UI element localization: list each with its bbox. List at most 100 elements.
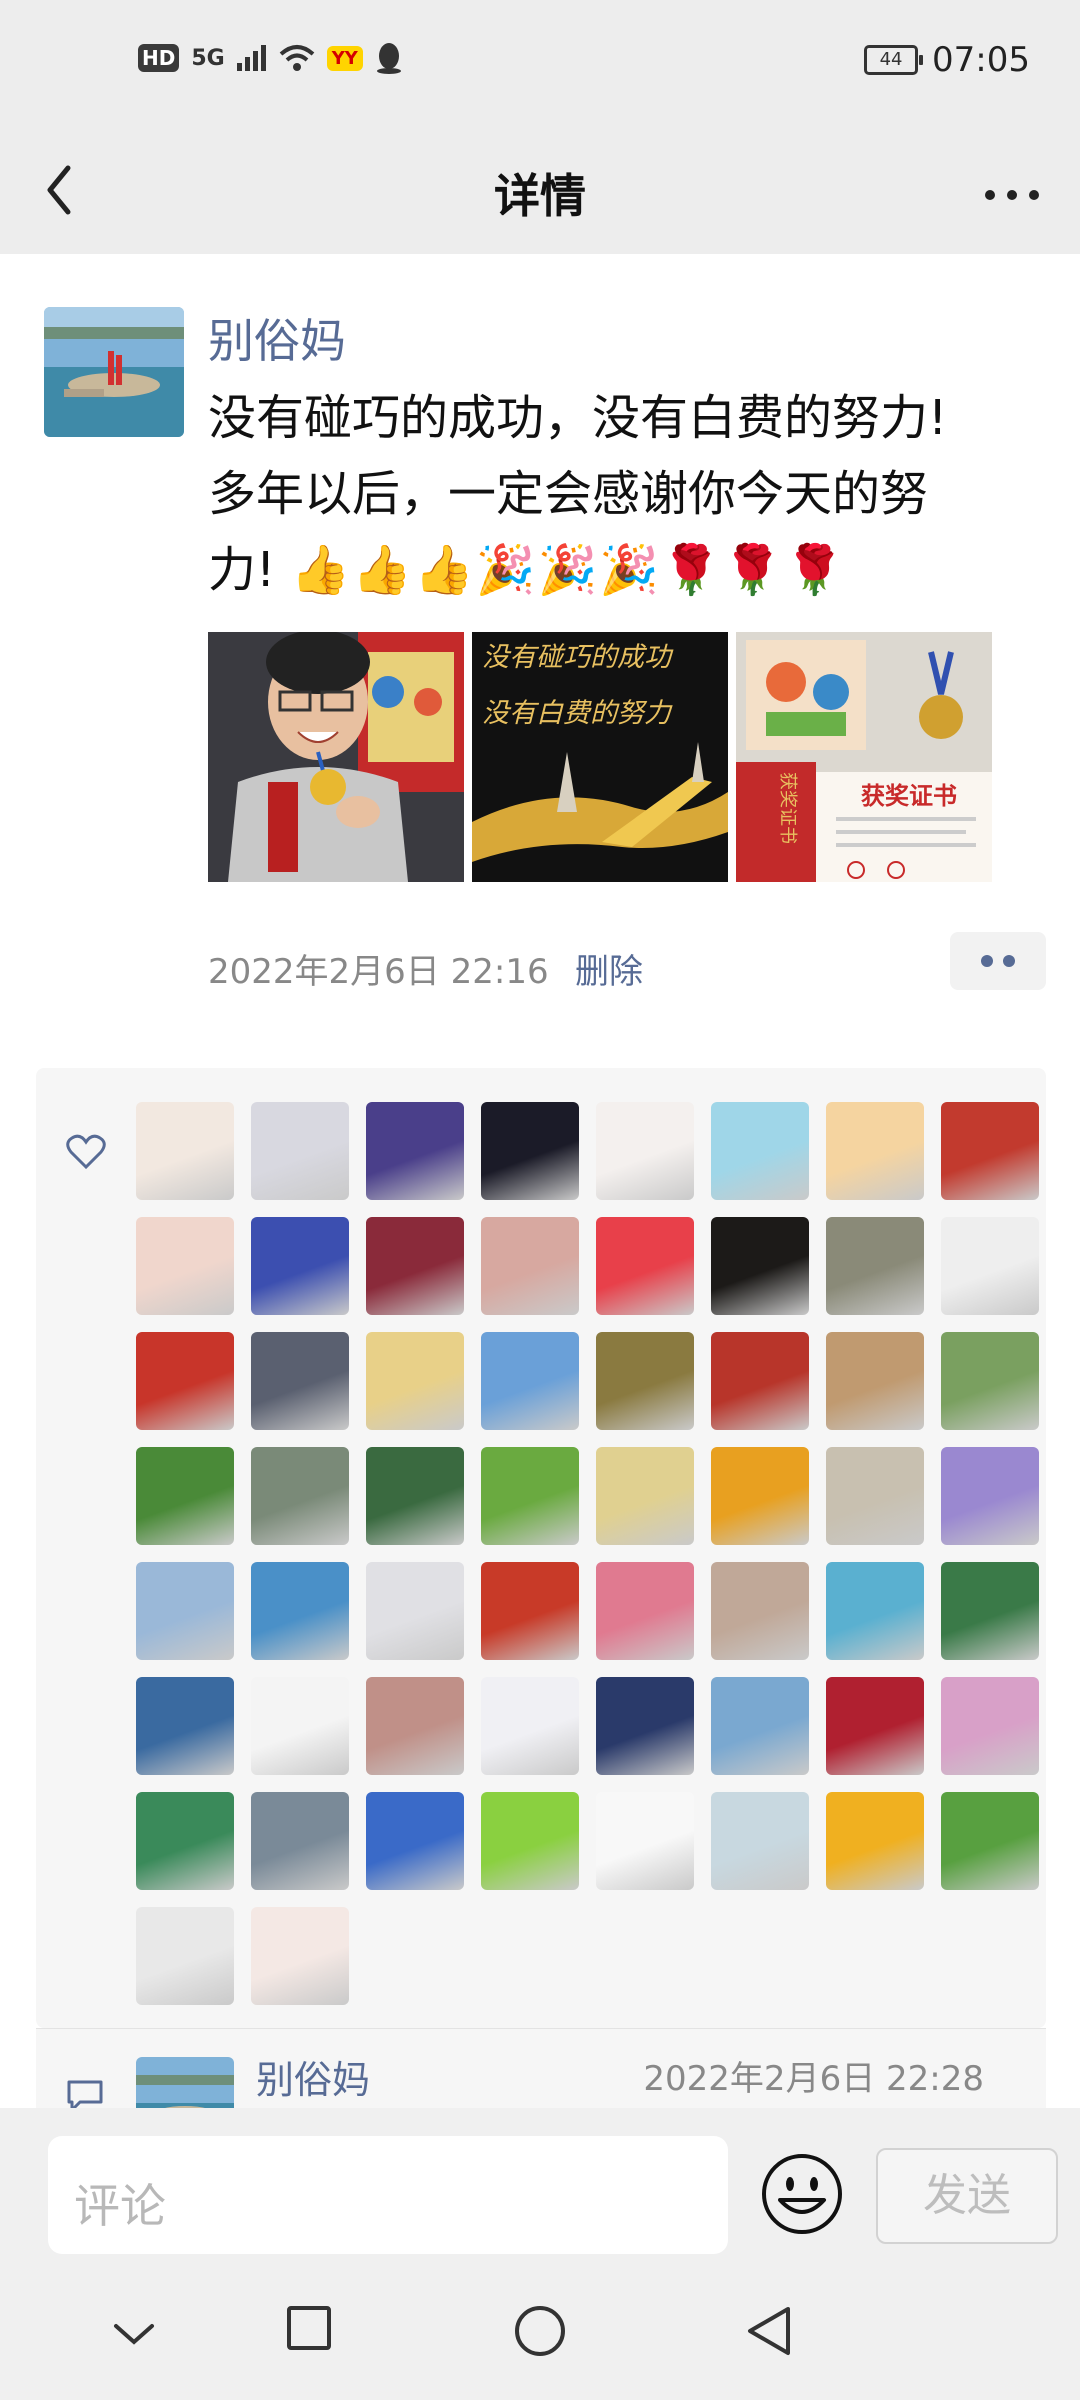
liker-avatar[interactable] [596, 1217, 694, 1315]
emoji-sequence: 👍👍👍🎉🎉🎉🌹🌹🌹 [290, 542, 847, 598]
send-button[interactable]: 发送 [876, 2148, 1058, 2244]
liker-avatar[interactable] [136, 1907, 234, 2005]
likes-panel [36, 1068, 1046, 2028]
liker-avatar[interactable] [136, 1332, 234, 1430]
battery-icon: 44 [864, 45, 924, 75]
back-triangle-icon[interactable] [746, 2305, 792, 2357]
liker-avatar[interactable] [136, 1217, 234, 1315]
more-options-icon[interactable] [984, 180, 1040, 203]
home-circle-icon[interactable] [514, 2305, 566, 2357]
liker-avatar[interactable] [251, 1332, 349, 1430]
liker-avatar[interactable] [251, 1792, 349, 1890]
qq-penguin-icon [376, 43, 401, 74]
motto-line2: 没有白费的努力 [482, 698, 673, 729]
liker-avatar[interactable] [941, 1562, 1039, 1660]
liker-avatar[interactable] [596, 1792, 694, 1890]
heart-icon [66, 1134, 106, 1170]
liker-avatar[interactable] [826, 1792, 924, 1890]
liker-avatar[interactable] [481, 1102, 579, 1200]
yy-app-icon: YY [326, 45, 363, 71]
liker-avatar[interactable] [711, 1562, 809, 1660]
liker-avatar[interactable] [136, 1677, 234, 1775]
liker-avatar[interactable] [366, 1677, 464, 1775]
comment-icon [67, 2080, 103, 2109]
photo-certificate[interactable]: 获奖证书 获奖证书 [736, 632, 992, 882]
liker-avatar[interactable] [136, 1792, 234, 1890]
liker-avatar[interactable] [711, 1102, 809, 1200]
post-action-menu-button[interactable] [950, 932, 1046, 990]
motto-line1: 没有碰巧的成功 [482, 642, 674, 673]
liker-avatar[interactable] [251, 1907, 349, 2005]
liker-avatar[interactable] [941, 1677, 1039, 1775]
post-text-line: 多年以后，一定会感谢你今天的努 [208, 466, 929, 522]
dot-icon [981, 955, 993, 967]
comment-input-placeholder: 评论 [74, 2179, 166, 2233]
liker-avatar[interactable] [366, 1217, 464, 1315]
liker-avatar[interactable] [826, 1447, 924, 1545]
hd-badge: HD [138, 44, 180, 72]
liker-avatar[interactable] [596, 1102, 694, 1200]
top-nav-bar: 详情 [0, 130, 1080, 254]
liker-avatar[interactable] [481, 1217, 579, 1315]
liker-avatar[interactable] [251, 1102, 349, 1200]
liker-avatar[interactable] [251, 1562, 349, 1660]
comment-input[interactable]: 评论 [48, 2136, 728, 2254]
system-navigation-bar [0, 2260, 1080, 2400]
comment-composer: 评论 发送 [0, 2108, 1080, 2260]
post-timestamp: 2022年2月6日 22:16 [208, 952, 549, 992]
photo-grid: 没有碰巧的成功 没有白费的努力 获奖证书 获奖证书 [208, 632, 992, 882]
liker-avatar[interactable] [136, 1562, 234, 1660]
liker-avatar[interactable] [251, 1217, 349, 1315]
liker-avatar[interactable] [941, 1102, 1039, 1200]
photo-motto[interactable]: 没有碰巧的成功 没有白费的努力 [472, 632, 728, 882]
comment-timestamp: 2022年2月6日 22:28 [643, 2059, 984, 2099]
liker-avatar[interactable] [366, 1332, 464, 1430]
author-name[interactable]: 别俗妈 [208, 305, 346, 371]
commenter-name[interactable]: 别俗妈 [256, 2049, 370, 2104]
liker-avatar[interactable] [366, 1562, 464, 1660]
liker-avatar[interactable] [481, 1792, 579, 1890]
liker-avatar[interactable] [596, 1562, 694, 1660]
liker-avatar[interactable] [711, 1332, 809, 1430]
wifi-icon [279, 45, 315, 71]
liker-avatar[interactable] [366, 1792, 464, 1890]
liker-avatar[interactable] [711, 1677, 809, 1775]
liker-avatar[interactable] [711, 1217, 809, 1315]
liker-avatar[interactable] [251, 1677, 349, 1775]
commenter-avatar[interactable] [136, 2057, 234, 2109]
liker-avatar[interactable] [826, 1677, 924, 1775]
post-text-line: 没有碰巧的成功，没有白费的努力! [208, 390, 948, 446]
liker-avatar[interactable] [251, 1447, 349, 1545]
author-avatar[interactable] [44, 307, 184, 437]
emoji-smiley-icon[interactable] [760, 2152, 844, 2236]
liker-avatar[interactable] [826, 1102, 924, 1200]
liker-avatar[interactable] [711, 1447, 809, 1545]
liker-avatar[interactable] [711, 1792, 809, 1890]
liker-avatar[interactable] [596, 1677, 694, 1775]
liker-avatar[interactable] [826, 1217, 924, 1315]
liker-avatar[interactable] [481, 1332, 579, 1430]
liker-avatar[interactable] [941, 1792, 1039, 1890]
liker-avatar[interactable] [481, 1562, 579, 1660]
liker-avatar[interactable] [366, 1447, 464, 1545]
liker-avatar[interactable] [136, 1447, 234, 1545]
certificate-side-label: 获奖证书 [777, 772, 798, 844]
liker-avatar[interactable] [941, 1447, 1039, 1545]
status-bar: HD 5G YY 44 07:05 [0, 0, 1080, 130]
delete-button[interactable]: 删除 [575, 944, 643, 993]
chevron-down-icon[interactable] [112, 2322, 156, 2346]
liker-avatar[interactable] [941, 1332, 1039, 1430]
liker-avatar[interactable] [826, 1332, 924, 1430]
liker-avatar[interactable] [481, 1447, 579, 1545]
liker-avatar[interactable] [596, 1332, 694, 1430]
liker-avatar[interactable] [941, 1217, 1039, 1315]
liker-avatar[interactable] [481, 1677, 579, 1775]
post-text-line-end: 力! [208, 542, 276, 598]
photo-boy-medal[interactable] [208, 632, 464, 882]
dot-icon [1003, 955, 1015, 967]
liker-avatar[interactable] [136, 1102, 234, 1200]
liker-avatar[interactable] [366, 1102, 464, 1200]
liker-avatar[interactable] [826, 1562, 924, 1660]
recents-square-icon[interactable] [286, 2305, 332, 2351]
liker-avatar[interactable] [596, 1447, 694, 1545]
